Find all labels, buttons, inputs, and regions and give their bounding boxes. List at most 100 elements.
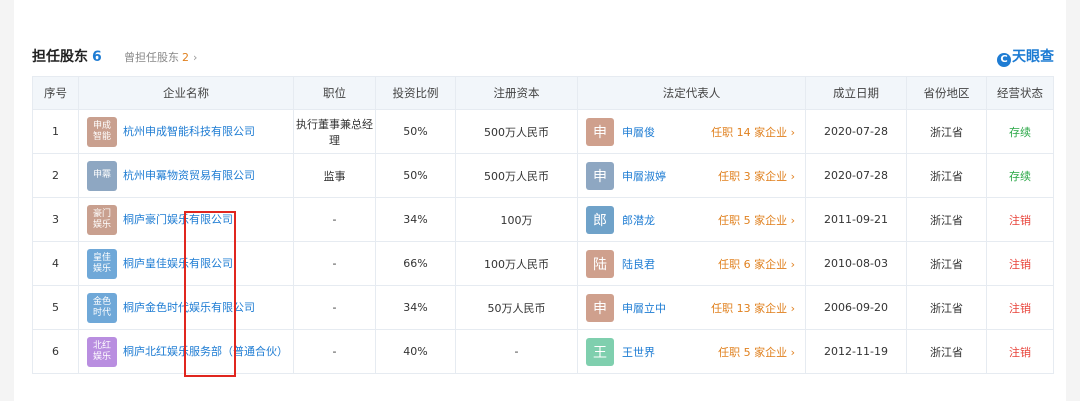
rep-avatar[interactable]: 王 — [586, 337, 614, 366]
position-cell: - — [293, 329, 376, 374]
rep-avatar[interactable]: 郎 — [586, 205, 614, 234]
table-row: 4 皇佳 娱乐 桐庐皇佳娱乐有限公司 - 66% 100万人民币 陆 陆良君 任职… — [32, 241, 1054, 286]
region-cell: 浙江省 — [906, 241, 987, 286]
row-number: 3 — [32, 197, 79, 242]
capital-cell: 500万人民币 — [455, 153, 578, 198]
company-logo-icon[interactable]: 申冪 — [87, 160, 117, 191]
status-cell: 存续 — [986, 153, 1054, 198]
legal-rep-cell: 陆 陆良君 任职 6 家企业 › — [577, 241, 806, 286]
rep-name-link[interactable]: 王世界 — [622, 344, 718, 360]
column-header: 序号 — [32, 76, 79, 110]
region-cell: 浙江省 — [906, 329, 987, 374]
rep-name-link[interactable]: 申層淑婷 — [622, 168, 718, 184]
row-number: 6 — [32, 329, 79, 374]
row-number: 4 — [32, 241, 79, 286]
capital-cell: 100万人民币 — [455, 241, 578, 286]
section-title-text: 担任股东 — [32, 49, 88, 65]
shareholder-panel: 担任股东 6 曾担任股东 2 › C 天眼查 序号 企业名称 职位 投资比例 注册资本 法定代表人… — [14, 0, 1066, 401]
column-header: 成立日期 — [805, 76, 907, 110]
ratio-cell: 66% — [375, 241, 456, 286]
ratio-cell: 34% — [375, 197, 456, 242]
section-title: 担任股东 6 — [32, 46, 102, 66]
status-cell: 注销 — [986, 241, 1054, 286]
founded-date-cell: 2020-07-28 — [805, 109, 907, 154]
company-cell: 申冪 杭州申冪物资贸易有限公司 — [78, 153, 294, 198]
table-row: 6 北红 娱乐 桐庐北红娱乐服务部（普通合伙） - 40% - 王 王世界 任职 … — [32, 329, 1054, 374]
founded-date-cell: 2020-07-28 — [805, 153, 907, 198]
position-cell: 执行董事兼总经理 — [293, 109, 376, 154]
former-label: 曾担任股东 — [124, 51, 179, 64]
column-header: 注册资本 — [455, 76, 578, 110]
table-row: 5 金色 时代 桐庐金色时代娱乐有限公司 - 34% 50万人民币 申 申層立中 … — [32, 285, 1054, 330]
rep-avatar[interactable]: 申 — [586, 117, 614, 146]
position-cell: - — [293, 285, 376, 330]
rep-other-companies-link[interactable]: 任职 5 家企业 › — [718, 212, 795, 228]
section-header: 担任股东 6 曾担任股东 2 › C 天眼查 — [32, 46, 1054, 67]
column-header: 经营状态 — [986, 76, 1054, 110]
ratio-cell: 50% — [375, 109, 456, 154]
company-name-link[interactable]: 桐庐金色时代娱乐有限公司 — [123, 299, 255, 316]
rep-name-link[interactable]: 郎潜龙 — [622, 212, 718, 228]
shareholder-table: 序号 企业名称 职位 投资比例 注册资本 法定代表人 成立日期 省份地区 经营状态 1 申成 智能… — [32, 76, 1054, 374]
legal-rep-cell: 申 申層淑婷 任职 3 家企业 › — [577, 153, 806, 198]
ratio-cell: 34% — [375, 285, 456, 330]
table-row: 1 申成 智能 杭州申成智能科技有限公司 执行董事兼总经理 50% 500万人民币… — [32, 109, 1054, 154]
legal-rep-cell: 郎 郎潜龙 任职 5 家企业 › — [577, 197, 806, 242]
tianyancha-logo-icon: C — [997, 53, 1011, 67]
column-header: 投资比例 — [375, 76, 456, 110]
column-header: 企业名称 — [78, 76, 294, 110]
position-cell: - — [293, 241, 376, 286]
rep-avatar[interactable]: 申 — [586, 293, 614, 322]
capital-cell: - — [455, 329, 578, 374]
company-cell: 金色 时代 桐庐金色时代娱乐有限公司 — [78, 285, 294, 330]
company-logo-icon[interactable]: 皇佳 娱乐 — [87, 248, 117, 279]
rep-avatar[interactable]: 陆 — [586, 249, 614, 278]
status-cell: 注销 — [986, 285, 1054, 330]
rep-other-companies-link[interactable]: 任职 14 家企业 › — [711, 124, 795, 140]
legal-rep-cell: 王 王世界 任职 5 家企业 › — [577, 329, 806, 374]
section-count: 6 — [92, 49, 102, 65]
rep-name-link[interactable]: 申層俊 — [622, 124, 711, 140]
region-cell: 浙江省 — [906, 285, 987, 330]
brand-logo: C 天眼查 — [997, 46, 1054, 67]
former-count: 2 — [182, 51, 189, 64]
rep-name-link[interactable]: 陆良君 — [622, 256, 718, 272]
company-cell: 豪门 娱乐 桐庐豪门娱乐有限公司 — [78, 197, 294, 242]
company-name-link[interactable]: 桐庐北红娱乐服务部（普通合伙） — [123, 343, 288, 360]
company-logo-icon[interactable]: 北红 娱乐 — [87, 336, 117, 367]
legal-rep-cell: 申 申層俊 任职 14 家企业 › — [577, 109, 806, 154]
company-name-link[interactable]: 杭州申冪物资贸易有限公司 — [123, 167, 255, 184]
rep-other-companies-link[interactable]: 任职 13 家企业 › — [711, 300, 795, 316]
position-cell: - — [293, 197, 376, 242]
status-cell: 存续 — [986, 109, 1054, 154]
table-row: 2 申冪 杭州申冪物资贸易有限公司 监事 50% 500万人民币 申 申層淑婷 … — [32, 153, 1054, 198]
company-name-link[interactable]: 桐庐皇佳娱乐有限公司 — [123, 255, 233, 272]
region-cell: 浙江省 — [906, 197, 987, 242]
rep-name-link[interactable]: 申層立中 — [622, 300, 711, 316]
status-cell: 注销 — [986, 197, 1054, 242]
rep-avatar[interactable]: 申 — [586, 161, 614, 190]
company-logo-icon[interactable]: 金色 时代 — [87, 292, 117, 323]
column-header: 省份地区 — [906, 76, 987, 110]
column-header: 法定代表人 — [577, 76, 806, 110]
table-header-row: 序号 企业名称 职位 投资比例 注册资本 法定代表人 成立日期 省份地区 经营状态 — [32, 76, 1054, 110]
region-cell: 浙江省 — [906, 109, 987, 154]
company-logo-icon[interactable]: 豪门 娱乐 — [87, 204, 117, 235]
status-cell: 注销 — [986, 329, 1054, 374]
row-number: 2 — [32, 153, 79, 198]
capital-cell: 50万人民币 — [455, 285, 578, 330]
rep-other-companies-link[interactable]: 任职 3 家企业 › — [718, 168, 795, 184]
company-cell: 皇佳 娱乐 桐庐皇佳娱乐有限公司 — [78, 241, 294, 286]
company-cell: 北红 娱乐 桐庐北红娱乐服务部（普通合伙） — [78, 329, 294, 374]
rep-other-companies-link[interactable]: 任职 6 家企业 › — [718, 256, 795, 272]
company-name-link[interactable]: 桐庐豪门娱乐有限公司 — [123, 211, 233, 228]
table-row: 3 豪门 娱乐 桐庐豪门娱乐有限公司 - 34% 100万 郎 郎潜龙 任职 5 … — [32, 197, 1054, 242]
founded-date-cell: 2012-11-19 — [805, 329, 907, 374]
founded-date-cell: 2006-09-20 — [805, 285, 907, 330]
column-header: 职位 — [293, 76, 376, 110]
rep-other-companies-link[interactable]: 任职 5 家企业 › — [718, 344, 795, 360]
ratio-cell: 40% — [375, 329, 456, 374]
company-name-link[interactable]: 杭州申成智能科技有限公司 — [123, 123, 255, 140]
former-shareholder-link[interactable]: 曾担任股东 2 › — [124, 49, 197, 65]
company-logo-icon[interactable]: 申成 智能 — [87, 116, 117, 147]
